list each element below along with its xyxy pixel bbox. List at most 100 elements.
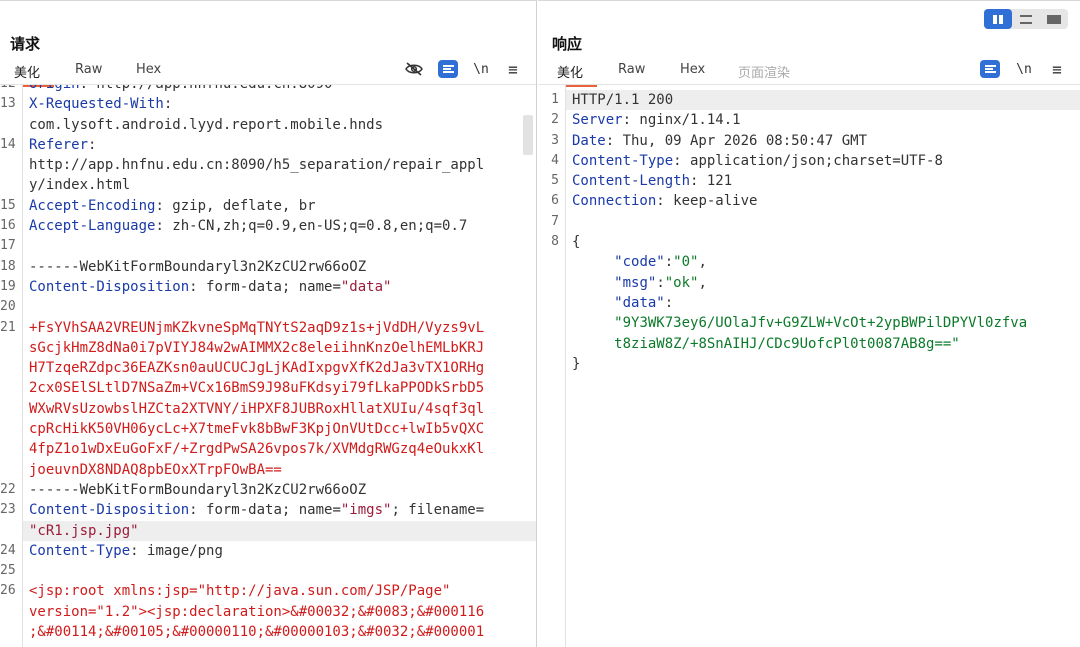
tab-render[interactable]: 页面渲染	[738, 62, 790, 81]
code-token: "ok"	[664, 274, 699, 291]
code-token: Content-Length	[572, 173, 691, 190]
wrap-lines-icon[interactable]	[438, 60, 458, 78]
tab-hex[interactable]: Hex	[136, 62, 161, 77]
code-token: : image/png	[130, 542, 223, 559]
code-token: : application/json;charset=UTF-8	[673, 152, 943, 169]
code-token: : Thu, 09 Apr 2026 08:50:47 GMT	[605, 132, 868, 149]
code-token: "data"	[340, 278, 392, 295]
code-line: 3 Date: Thu, 09 Apr 2026 08:50:47 GMT	[551, 131, 1080, 151]
line-number: 26	[0, 583, 16, 599]
tab-hex[interactable]: Hex	[680, 62, 705, 77]
code-token: "0"	[673, 254, 699, 271]
code-token: X-Requested-With	[29, 96, 164, 113]
code-line: 1 HTTP/1.1 200	[551, 90, 1080, 111]
line-number: 16	[0, 218, 16, 234]
layout-side-by-side-button[interactable]	[984, 9, 1012, 29]
code-token: com.lysoft.android.lyyd.report.mobile.hn…	[29, 116, 384, 133]
code-token: 2cx0SElSLtlD7NSaZm+VCx16BmS9J98uFKdsyi79…	[29, 380, 485, 397]
tab-pretty[interactable]: 美化	[5, 62, 55, 87]
code-line: 17	[0, 236, 536, 256]
eye-slash-icon[interactable]	[403, 59, 425, 79]
code-line: 2 Server: nginx/1.14.1	[551, 110, 1080, 130]
code-line: 19 Content-Disposition: form-data; name="…	[0, 277, 536, 297]
code-line: sGcjkHmZ8dNa0i7pVIYJ84w2wAIMMX2c8eleiihn…	[29, 338, 536, 358]
code-line: "9Y3WK73ey6/UOlaJfv+G9ZLW+VcOt+2ypBWPilD…	[572, 313, 1080, 333]
line-number: 19	[0, 278, 16, 294]
request-editor[interactable]: 12 Origin: http://app.hnfnu.edu.cn:8090 13…	[0, 84, 536, 647]
response-editor[interactable]: 1 HTTP/1.1 200 2 Server: nginx/1.14.1 3 Date:…	[538, 84, 1080, 647]
line-number: 25	[0, 563, 16, 579]
response-code[interactable]: 1 HTTP/1.1 200 2 Server: nginx/1.14.1 3 Date:…	[551, 85, 1080, 647]
top-border	[0, 0, 536, 1]
code-token: : keep-alive	[656, 193, 758, 210]
tab-pretty[interactable]: 美化	[548, 62, 598, 87]
tab-raw[interactable]: Raw	[75, 62, 102, 77]
newline-toggle-icon[interactable]: \n	[1013, 59, 1035, 79]
line-number: 5	[551, 173, 559, 189]
code-line: 14 Referer:	[0, 135, 536, 155]
line-number: 15	[0, 197, 16, 213]
code-line: http://app.hnfnu.edu.cn:8090/h5_separati…	[29, 155, 536, 175]
request-title: 请求	[10, 35, 41, 53]
layout-stacked-button[interactable]	[1012, 9, 1040, 29]
layout-single-button[interactable]	[1040, 9, 1068, 29]
code-line: 22 ------WebKitFormBoundaryl3n2KzCU2rw66o…	[0, 480, 536, 500]
code-line: 4fpZ1o1wDxEuGoFxF/+ZrgdPwSA26vpos7k/XVMd…	[29, 439, 536, 459]
line-number: 3	[551, 132, 559, 148]
tab-raw[interactable]: Raw	[618, 62, 645, 77]
code-token: Content-Type	[572, 152, 674, 169]
code-token: H7TzqeRZdpc36EAZKsn0auUCUCJgLjKAdIxpgvXf…	[29, 360, 485, 377]
code-line: version="1.2"><jsp:declaration>&#00032;&…	[29, 602, 536, 622]
code-line: cpRcHikK50VH06ycLc+X7tmeFvk8bBwF3KpjOnVU…	[29, 419, 536, 439]
menu-icon[interactable]: ≡	[502, 59, 524, 79]
code-token: : zh-CN,zh;q=0.9,en-US;q=0.8,en;q=0.7	[155, 218, 468, 235]
line-number: 20	[0, 299, 16, 315]
code-token: : form-data; name=	[189, 278, 341, 295]
menu-icon[interactable]: ≡	[1046, 59, 1068, 79]
line-number: 4	[551, 152, 559, 168]
wrap-lines-icon[interactable]	[980, 60, 1000, 78]
code-token: cpRcHikK50VH06ycLc+X7tmeFvk8bBwF3KpjOnVU…	[29, 421, 485, 438]
code-token: Connection	[572, 193, 657, 210]
code-token: sGcjkHmZ8dNa0i7pVIYJ84w2wAIMMX2c8eleiihn…	[29, 339, 485, 356]
layout-toggle	[984, 9, 1068, 29]
code-token: ,	[698, 254, 707, 271]
code-token: :	[656, 274, 665, 291]
line-number: 22	[0, 481, 16, 497]
code-token: :	[664, 254, 674, 271]
code-line: t8ziaW8Z/+8SnAIHJ/CDc9UofcPl0t0087AB8g==…	[572, 334, 1080, 354]
newline-toggle-icon[interactable]: \n	[470, 59, 492, 79]
line-number: 18	[0, 258, 16, 274]
request-code[interactable]: 12 Origin: http://app.hnfnu.edu.cn:8090 13…	[0, 84, 536, 647]
code-line: WXwRVsUzowbslHZCta2XTVNY/iHPXF8JUBRoxHll…	[29, 399, 536, 419]
code-token: ,	[698, 274, 707, 291]
code-token: <jsp:root xmlns:jsp="http://java.sun.com…	[29, 583, 451, 600]
line-number: 6	[551, 193, 559, 209]
code-line: 16 Accept-Language: zh-CN,zh;q=0.9,en-US;…	[0, 216, 536, 236]
code-token: "cR1.jsp.jpg"	[29, 522, 139, 539]
code-token: : 121	[690, 173, 733, 190]
code-token: http://app.hnfnu.edu.cn:8090/h5_separati…	[29, 157, 485, 174]
code-token: "data"	[614, 294, 665, 311]
line-number: 13	[0, 96, 16, 112]
code-line: 13 X-Requested-With:	[0, 94, 536, 114]
code-token: Origin	[29, 84, 80, 92]
code-token: HTTP/1.1 200	[572, 92, 674, 108]
request-pane: 请求 美化 Raw Hex \n ≡ 12 Origin: http://app.…	[0, 0, 537, 647]
code-line: 5 Content-Length: 121	[551, 171, 1080, 191]
code-token: WXwRVsUzowbslHZCta2XTVNY/iHPXF8JUBRoxHll…	[29, 400, 485, 417]
code-token: Content-Disposition	[29, 502, 190, 519]
code-token: Content-Type	[29, 542, 131, 559]
code-line: com.lysoft.android.lyyd.report.mobile.hn…	[29, 115, 536, 135]
line-number: 2	[551, 112, 559, 128]
code-token: t8ziaW8Z/+8SnAIHJ/CDc9UofcPl0t0087AB8g==…	[614, 335, 960, 352]
code-token: +FsYVhSAA2VREUNjmKZkvneSpMqTNYtS2aqD9z1s…	[29, 319, 485, 336]
scrollbar[interactable]	[523, 115, 533, 155]
code-line: 24 Content-Type: image/png	[0, 541, 536, 561]
line-number: 24	[0, 542, 16, 558]
code-token: Server	[572, 112, 623, 129]
